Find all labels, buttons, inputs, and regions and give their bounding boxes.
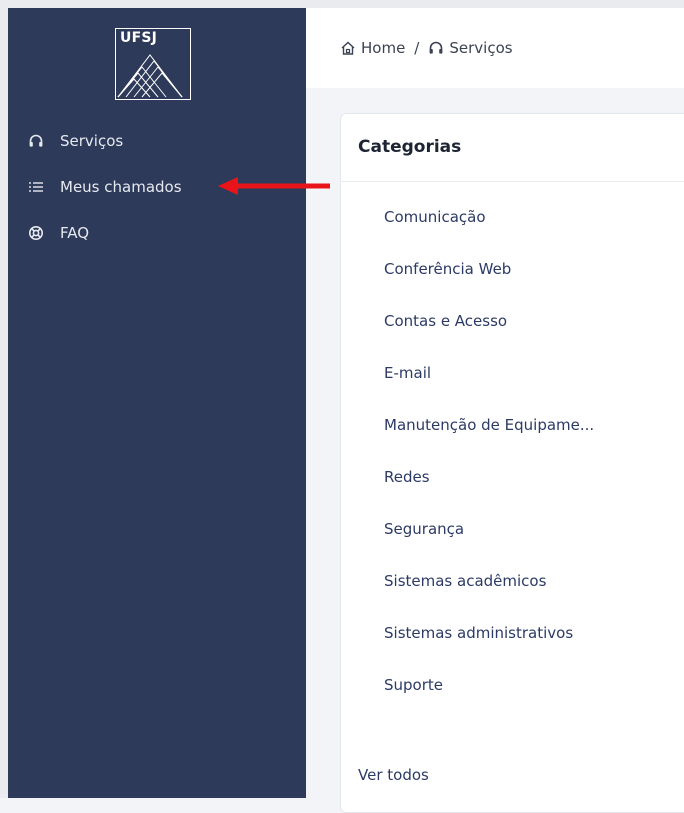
logo-text: UFSJ	[120, 30, 158, 46]
breadcrumb-home[interactable]: Home	[340, 39, 405, 57]
sidebar-item-label: Serviços	[60, 132, 124, 150]
mountain-lines-icon	[117, 54, 183, 98]
annotation-arrow-icon	[218, 177, 330, 195]
sidebar-item-label: FAQ	[60, 224, 90, 242]
ufsj-logo[interactable]: UFSJ	[115, 28, 191, 100]
sidebar-item-servicos[interactable]: Serviços	[28, 129, 123, 153]
window-frame-top	[0, 0, 684, 8]
category-link[interactable]: Redes	[384, 468, 430, 486]
breadcrumb-separator: /	[414, 39, 420, 57]
home-icon	[340, 40, 356, 56]
categories-card: Categorias Comunicação Conferência Web C…	[340, 113, 684, 813]
headset-icon	[28, 133, 44, 149]
window-frame-left	[0, 0, 8, 798]
category-link[interactable]: Segurança	[384, 520, 464, 538]
category-link[interactable]: E-mail	[384, 364, 431, 382]
headset-icon	[428, 40, 444, 56]
category-link[interactable]: Suporte	[384, 676, 443, 694]
lifebuoy-icon	[28, 225, 44, 241]
category-link[interactable]: Sistemas acadêmicos	[384, 572, 546, 590]
list-icon	[28, 179, 44, 195]
breadcrumb: Home / Serviços	[340, 39, 513, 57]
breadcrumb-home-label: Home	[361, 39, 406, 57]
top-bar: Home / Serviços	[306, 8, 684, 88]
sidebar-item-faq[interactable]: FAQ	[28, 221, 89, 245]
card-header: Categorias	[341, 114, 684, 182]
breadcrumb-current: Serviços	[428, 39, 513, 57]
sidebar-item-label: Meus chamados	[60, 178, 182, 196]
sidebar-item-meus-chamados[interactable]: Meus chamados	[28, 175, 182, 199]
see-all-link[interactable]: Ver todos	[358, 766, 429, 784]
card-title: Categorias	[358, 137, 462, 157]
category-link[interactable]: Contas e Acesso	[384, 312, 507, 330]
category-link[interactable]: Sistemas administrativos	[384, 624, 573, 642]
sidebar: UFSJ Serviços Meus chamados FAQ	[8, 8, 306, 798]
category-link[interactable]: Conferência Web	[384, 260, 511, 278]
breadcrumb-current-label: Serviços	[449, 39, 513, 57]
category-link[interactable]: Comunicação	[384, 208, 486, 226]
category-link[interactable]: Manutenção de Equipame...	[384, 416, 594, 434]
